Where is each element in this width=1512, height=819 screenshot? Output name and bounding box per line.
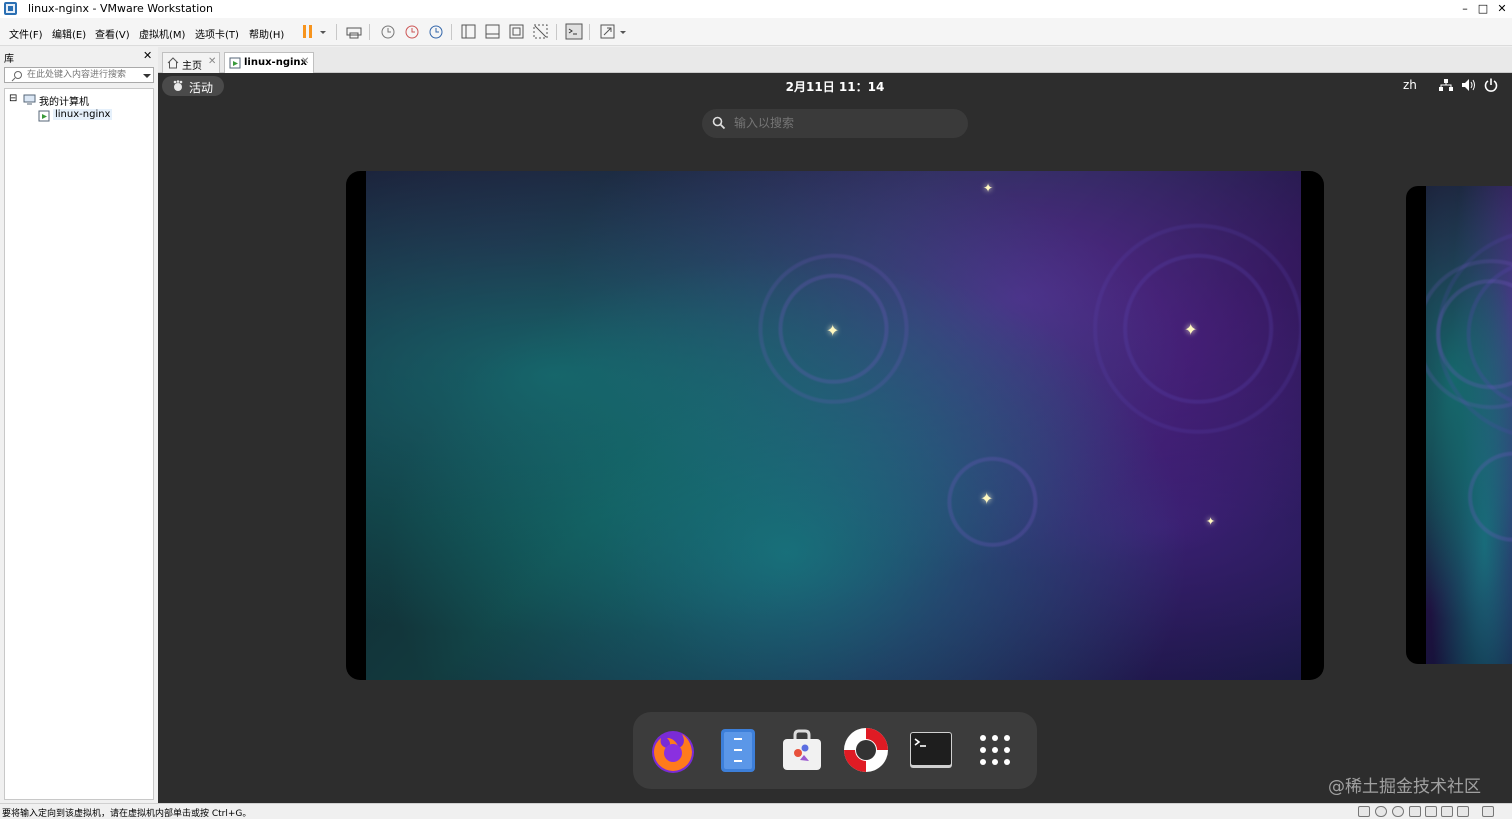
vm-running-icon xyxy=(38,110,50,122)
computer-icon xyxy=(23,94,36,105)
input-language-indicator[interactable]: zh xyxy=(1403,78,1417,92)
console-view-icon[interactable] xyxy=(564,23,584,41)
full-screen-icon[interactable] xyxy=(507,23,527,41)
dash-dock xyxy=(633,712,1037,789)
pause-icon[interactable] xyxy=(299,23,319,41)
workspace-thumbnail-next[interactable] xyxy=(1406,186,1512,664)
toolbar-divider xyxy=(589,24,590,40)
search-icon xyxy=(11,71,22,82)
app-grid-icon[interactable] xyxy=(971,726,1019,774)
thumbnail-bar-icon[interactable] xyxy=(483,23,503,41)
menu-view[interactable]: 查看(V) xyxy=(95,26,130,41)
chevron-down-icon[interactable] xyxy=(617,23,637,41)
overview-search-box[interactable] xyxy=(702,109,968,138)
tab-home-label: 主页 xyxy=(182,61,202,72)
tab-home[interactable]: 主页 ✕ xyxy=(162,52,220,73)
printer-icon[interactable] xyxy=(1425,806,1437,817)
activities-label: 活动 xyxy=(189,81,214,95)
vm-console[interactable]: 活动 2月11日 11：14 zh ✦ ✦ ✦ ✦ ✦ xyxy=(158,73,1512,803)
menu-tabs[interactable]: 选项卡(T) xyxy=(195,26,239,41)
library-tree: ⊟ 我的计算机 linux-nginx xyxy=(4,88,154,800)
search-icon xyxy=(712,116,726,130)
firefox-icon[interactable] xyxy=(649,726,697,774)
cd-dvd-icon[interactable] xyxy=(1375,806,1387,817)
tree-item-linux-nginx[interactable]: linux-nginx xyxy=(53,109,113,120)
workspace-thumbnail-current[interactable]: ✦ ✦ ✦ ✦ ✦ xyxy=(346,171,1324,680)
library-search-input[interactable] xyxy=(27,69,137,81)
tab-strip: 主页 ✕ linux-nginx ✕ xyxy=(158,47,1512,74)
tree-expander[interactable]: ⊟ xyxy=(9,93,17,104)
files-icon[interactable] xyxy=(714,726,762,774)
send-ctrl-alt-del-icon[interactable] xyxy=(344,23,364,41)
sound-card-icon[interactable] xyxy=(1441,806,1453,817)
status-bar: 要将输入定向到该虚拟机，请在虚拟机内部单击或按 Ctrl+G。 xyxy=(0,803,1512,819)
tab-close-icon[interactable]: ✕ xyxy=(208,56,216,67)
close-button[interactable]: ✕ xyxy=(1494,1,1510,17)
watermark: @稀土掘金技术社区 xyxy=(1328,777,1481,797)
tab-close-icon[interactable]: ✕ xyxy=(301,56,309,67)
library-header: 库 ✕ xyxy=(0,47,156,65)
home-icon xyxy=(167,57,179,69)
toolbar-divider xyxy=(336,24,337,40)
wallpaper-star: ✦ xyxy=(980,489,994,508)
window-title: linux-nginx - VMware Workstation xyxy=(28,2,213,15)
wallpaper-star: ✦ xyxy=(1206,515,1216,528)
chevron-down-icon[interactable] xyxy=(317,23,337,41)
toolbar-divider xyxy=(556,24,557,40)
wallpaper-star: ✦ xyxy=(1184,320,1198,339)
library-search-box[interactable] xyxy=(4,67,154,83)
power-icon[interactable] xyxy=(1483,77,1499,93)
show-library-icon[interactable] xyxy=(459,23,479,41)
menu-vm[interactable]: 虚拟机(M) xyxy=(139,26,185,41)
library-title: 库 xyxy=(4,54,14,65)
menu-help[interactable]: 帮助(H) xyxy=(249,26,284,41)
vm-running-icon xyxy=(229,57,241,69)
menu-file[interactable]: 文件(F) xyxy=(9,26,43,41)
desktop-wallpaper xyxy=(1426,186,1512,664)
library-close-button[interactable]: ✕ xyxy=(143,49,152,62)
minimize-button[interactable]: – xyxy=(1457,1,1473,17)
snapshot-icon[interactable] xyxy=(378,23,398,41)
usb-device-icon[interactable] xyxy=(1457,806,1469,817)
software-store-icon[interactable] xyxy=(778,726,826,774)
title-bar: linux-nginx - VMware Workstation – □ ✕ xyxy=(0,0,1512,18)
wallpaper-star: ✦ xyxy=(826,321,840,340)
activities-button[interactable]: 活动 xyxy=(162,76,224,96)
chevron-down-icon[interactable] xyxy=(142,71,152,81)
gnome-foot-icon xyxy=(173,80,183,91)
message-log-icon[interactable] xyxy=(1482,806,1494,817)
network-icon[interactable] xyxy=(1438,77,1454,93)
overview-search-input[interactable] xyxy=(734,115,954,131)
revert-snapshot-icon[interactable] xyxy=(402,23,422,41)
hard-disk-icon[interactable] xyxy=(1358,806,1370,817)
network-adapter-icon[interactable] xyxy=(1409,806,1421,817)
terminal-icon[interactable] xyxy=(907,726,955,774)
status-message: 要将输入定向到该虚拟机，请在虚拟机内部单击或按 Ctrl+G。 xyxy=(2,809,252,819)
menu-edit[interactable]: 编辑(E) xyxy=(52,26,86,41)
maximize-button[interactable]: □ xyxy=(1475,1,1491,17)
unity-icon[interactable] xyxy=(531,23,551,41)
cd-dvd-icon[interactable] xyxy=(1392,806,1404,817)
tab-linux-nginx-label: linux-nginx xyxy=(244,57,307,68)
menu-toolbar: 文件(F) 编辑(E) 查看(V) 虚拟机(M) 选项卡(T) 帮助(H) xyxy=(0,18,1512,46)
tab-linux-nginx[interactable]: linux-nginx ✕ xyxy=(224,52,314,74)
wallpaper-star: ✦ xyxy=(983,181,994,195)
tree-item-my-computer[interactable]: 我的计算机 xyxy=(39,93,89,108)
stretch-guest-icon[interactable] xyxy=(598,23,618,41)
volume-icon[interactable] xyxy=(1460,77,1476,93)
snapshot-manager-icon[interactable] xyxy=(426,23,446,41)
toolbar-divider xyxy=(451,24,452,40)
vmware-app-icon xyxy=(4,2,17,15)
top-bar-clock[interactable]: 2月11日 11：14 xyxy=(778,78,892,95)
desktop-wallpaper xyxy=(366,171,1301,680)
toolbar-divider xyxy=(369,24,370,40)
help-icon[interactable] xyxy=(842,726,890,774)
